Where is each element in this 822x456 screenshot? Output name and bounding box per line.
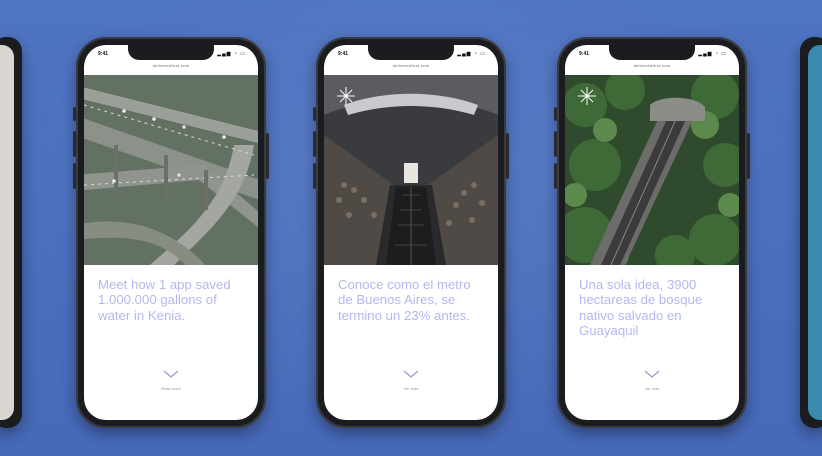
- power-button: [747, 133, 750, 179]
- read-more-label[interactable]: Ver más: [565, 386, 739, 391]
- volume-down-button: [554, 163, 557, 189]
- card-headline: Conoce como el metro de Buenos Aires, se…: [338, 277, 471, 323]
- mute-switch: [554, 107, 557, 121]
- signal-wifi-battery-icon: ▂▄▆ ◔ ▭: [457, 51, 486, 57]
- phone-partial-left: [0, 37, 22, 428]
- notch: [368, 45, 454, 60]
- chevron-down-icon[interactable]: [402, 369, 420, 379]
- mute-switch: [313, 107, 316, 121]
- power-button: [506, 133, 509, 179]
- subway-photo-graphic: [324, 75, 498, 265]
- url-bar[interactable]: deliveredfirst.com: [565, 63, 739, 75]
- mute-switch: [73, 107, 76, 121]
- volume-down-button: [73, 163, 76, 189]
- volume-up-button: [554, 131, 557, 157]
- power-button: [266, 133, 269, 179]
- phone-card-1[interactable]: 9:41 ▂▄▆ ◔ ▭ deliveredfirst.com Meet how…: [73, 37, 269, 428]
- phone-card-3[interactable]: 9:41 ▂▄▆ ◔ ▭ deliveredfirst.com Una sola…: [554, 37, 750, 428]
- url-bar[interactable]: deliveredfirst.com: [324, 63, 498, 75]
- volume-up-button: [73, 131, 76, 157]
- url-bar[interactable]: deliveredfirst.com: [84, 63, 258, 75]
- volume-up-button: [313, 131, 316, 157]
- subway-escalator-photo: [324, 75, 498, 265]
- forest-funicular-photo: [565, 75, 739, 265]
- phone-card-2[interactable]: 9:41 ▂▄▆ ◔ ▭ deliveredfirst.com Conoce c…: [313, 37, 509, 428]
- phone-screen[interactable]: 9:41 ▂▄▆ ◔ ▭ deliveredfirst.com: [84, 45, 258, 420]
- read-more-label[interactable]: Ver más: [324, 386, 498, 391]
- highway-interchange-photo: [84, 75, 258, 265]
- signal-wifi-battery-icon: ▂▄▆ ◔ ▭: [698, 51, 727, 57]
- highway-photo-graphic: [84, 75, 258, 265]
- status-time: 9:41: [338, 51, 349, 57]
- volume-down-button: [313, 163, 316, 189]
- forest-photo-graphic: [565, 75, 739, 265]
- notch: [609, 45, 695, 60]
- chevron-down-icon[interactable]: [162, 369, 180, 379]
- chevron-down-icon[interactable]: [643, 369, 661, 379]
- status-time: 9:41: [98, 51, 109, 57]
- card-headline: Meet how 1 app saved 1.000.000 gallons o…: [98, 277, 231, 323]
- read-more-label[interactable]: Read more: [84, 386, 258, 391]
- notch: [128, 45, 214, 60]
- phone-screen[interactable]: 9:41 ▂▄▆ ◔ ▭ deliveredfirst.com: [324, 45, 498, 420]
- phone-screen[interactable]: 9:41 ▂▄▆ ◔ ▭ deliveredfirst.com: [565, 45, 739, 420]
- signal-wifi-battery-icon: ▂▄▆ ◔ ▭: [217, 51, 246, 57]
- card-headline: Una sola idea, 3900 hectareas de bosque …: [579, 277, 703, 339]
- status-time: 9:41: [579, 51, 590, 57]
- phone-partial-right: [800, 37, 822, 428]
